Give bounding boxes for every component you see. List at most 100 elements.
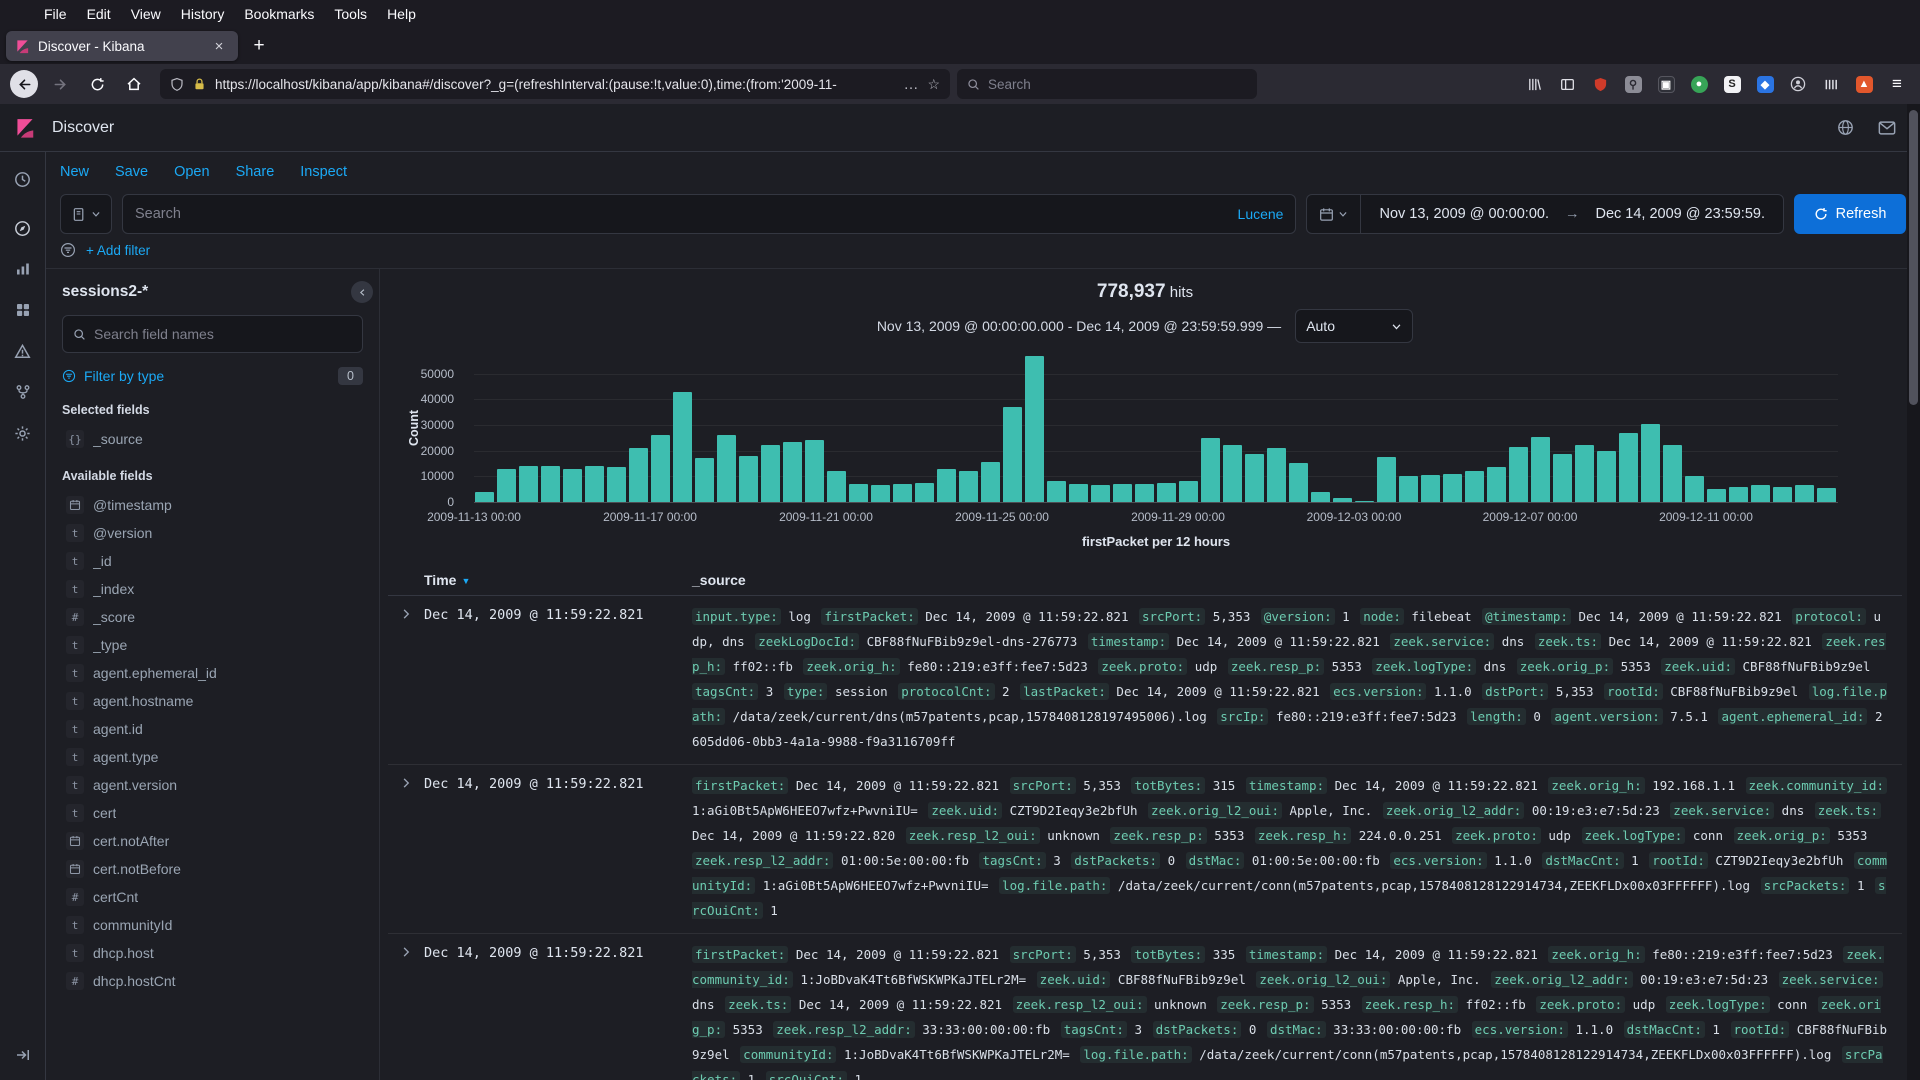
field-item[interactable]: #dhcp.hostCnt (62, 967, 363, 995)
field-item[interactable]: #certCnt (62, 883, 363, 911)
histogram-bar[interactable] (1575, 445, 1594, 502)
nav-link-open[interactable]: Open (174, 164, 209, 180)
histogram-bar[interactable] (1597, 451, 1616, 502)
extension-bars-icon[interactable] (1820, 73, 1842, 95)
field-item[interactable]: #_score (62, 603, 363, 631)
field-item[interactable]: {}_source (62, 425, 363, 453)
histogram-bar[interactable] (783, 442, 802, 502)
histogram-bar[interactable] (1091, 485, 1110, 502)
histogram-bar[interactable] (893, 484, 912, 502)
histogram-bar[interactable] (1641, 424, 1660, 502)
histogram-bar[interactable] (981, 462, 1000, 502)
scrollbar-thumb[interactable] (1909, 110, 1918, 405)
browser-tab[interactable]: Discover - Kibana × (6, 31, 238, 61)
field-search-input[interactable] (94, 326, 352, 342)
histogram-bar[interactable] (1333, 498, 1352, 502)
histogram-bar[interactable] (673, 392, 692, 502)
histogram-bar[interactable] (1465, 471, 1484, 502)
histogram-bar[interactable] (1399, 476, 1418, 502)
visualize-icon[interactable] (8, 254, 38, 284)
field-item[interactable]: t@version (62, 519, 363, 547)
histogram-bar[interactable] (871, 485, 890, 502)
histogram-bar[interactable] (1311, 492, 1330, 502)
histogram-bar[interactable] (1355, 501, 1374, 502)
nav-link-inspect[interactable]: Inspect (300, 164, 347, 180)
nav-link-share[interactable]: Share (236, 164, 275, 180)
field-item[interactable]: tagent.type (62, 743, 363, 771)
extension-puzzle-icon[interactable]: ⚲ (1622, 73, 1644, 95)
expand-row-icon[interactable] (388, 604, 424, 754)
fork-icon[interactable] (8, 377, 38, 407)
extension-orange-icon[interactable]: ▲ (1853, 73, 1875, 95)
histogram-bar[interactable] (1685, 476, 1704, 502)
nav-link-new[interactable]: New (60, 164, 89, 180)
forward-button[interactable] (45, 69, 75, 99)
nav-link-save[interactable]: Save (115, 164, 148, 180)
histogram-bar[interactable] (1663, 445, 1682, 502)
time-column-header[interactable]: Time▼ (424, 572, 692, 588)
histogram-bar[interactable] (849, 484, 868, 502)
histogram-bar[interactable] (915, 483, 934, 502)
page-actions-icon[interactable]: … (903, 76, 918, 93)
index-pattern-title[interactable]: sessions2-* (62, 283, 363, 301)
histogram-bar[interactable] (1047, 481, 1066, 502)
bookmark-star-icon[interactable]: ☆ (927, 76, 940, 93)
filter-by-type-button[interactable]: Filter by type 0 (62, 367, 363, 385)
menu-history[interactable]: History (171, 3, 235, 25)
histogram-bar[interactable] (1113, 484, 1132, 502)
histogram-bar[interactable] (1201, 438, 1220, 502)
field-item[interactable]: tagent.ephemeral_id (62, 659, 363, 687)
histogram-bar[interactable] (827, 471, 846, 502)
collapse-nav-icon[interactable] (8, 1040, 38, 1070)
field-item[interactable]: @timestamp (62, 491, 363, 519)
field-item[interactable]: cert.notAfter (62, 827, 363, 855)
histogram-bar[interactable] (739, 456, 758, 502)
library-icon[interactable] (1523, 73, 1545, 95)
histogram-bar[interactable] (1707, 489, 1726, 502)
menu-bookmarks[interactable]: Bookmarks (234, 3, 324, 25)
ublock-origin-icon[interactable] (1589, 73, 1611, 95)
histogram-bar[interactable] (1553, 454, 1572, 502)
page-scrollbar[interactable] (1907, 104, 1920, 1080)
reload-button[interactable] (82, 69, 112, 99)
menu-view[interactable]: View (121, 3, 171, 25)
management-icon[interactable] (8, 418, 38, 448)
extension-s-icon[interactable]: S (1721, 73, 1743, 95)
histogram-bar[interactable] (519, 466, 538, 502)
histogram-bar[interactable] (585, 466, 604, 502)
alerts-icon[interactable] (8, 336, 38, 366)
histogram-bar[interactable] (1179, 481, 1198, 502)
dashboard-icon[interactable] (8, 295, 38, 325)
histogram-bar[interactable] (1377, 457, 1396, 502)
menu-help[interactable]: Help (377, 3, 426, 25)
histogram-bar[interactable] (607, 467, 626, 502)
histogram-bar[interactable] (1817, 488, 1836, 502)
histogram-bar[interactable] (1751, 485, 1770, 502)
field-item[interactable]: tagent.hostname (62, 687, 363, 715)
mail-icon[interactable] (1878, 120, 1896, 136)
url-bar[interactable]: https://localhost/kibana/app/kibana#/dis… (160, 69, 950, 99)
histogram-bar[interactable] (1487, 467, 1506, 502)
histogram-bar[interactable] (1069, 484, 1088, 502)
browser-search[interactable] (957, 69, 1257, 99)
histogram-bar[interactable] (1531, 437, 1550, 503)
extension-blue-icon[interactable]: ◆ (1754, 73, 1776, 95)
help-icon[interactable] (1837, 119, 1854, 136)
extension-dark-icon[interactable]: ▣ (1655, 73, 1677, 95)
query-language-button[interactable]: Lucene (1238, 206, 1284, 222)
expand-row-icon[interactable] (388, 773, 424, 923)
histogram-bar[interactable] (541, 466, 560, 502)
histogram-bar[interactable] (1729, 487, 1748, 502)
histogram-bar[interactable] (1509, 447, 1528, 502)
histogram-bar[interactable] (1245, 454, 1264, 502)
home-button[interactable] (119, 69, 149, 99)
query-input[interactable] (135, 206, 1228, 222)
histogram-bar[interactable] (1025, 356, 1044, 502)
time-range-end[interactable]: Dec 14, 2009 @ 23:59:59. (1595, 206, 1765, 222)
field-item[interactable]: t_index (62, 575, 363, 603)
field-item[interactable]: t_type (62, 631, 363, 659)
histogram-bar[interactable] (475, 492, 494, 502)
histogram-bar[interactable] (1003, 407, 1022, 502)
histogram-bar[interactable] (959, 471, 978, 502)
field-item[interactable]: tcert (62, 799, 363, 827)
